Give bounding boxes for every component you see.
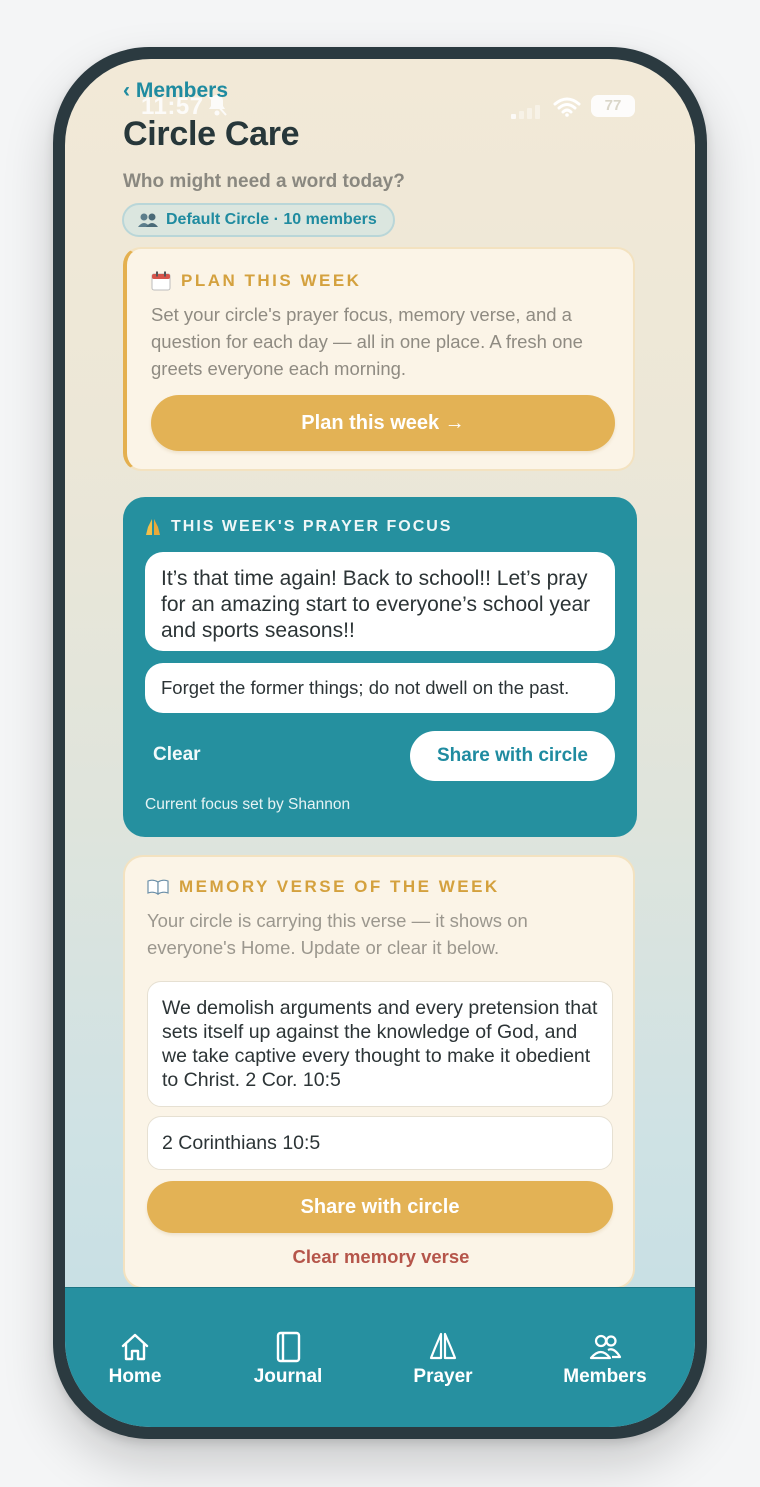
prayer-focus-textarea[interactable]: It’s that time again! Back to school!! L… [145,552,615,651]
tab-prayer-label: Prayer [413,1366,473,1387]
tab-prayer[interactable]: Prayer [403,1288,483,1388]
wifi-icon [553,97,581,117]
plan-week-heading: PLAN THIS WEEK [151,271,361,291]
back-button[interactable]: ‹ Members [123,79,228,103]
praying-hands-tab-icon [429,1332,457,1360]
members-icon [589,1334,622,1360]
journal-icon [276,1331,301,1363]
open-book-icon [147,879,169,895]
memory-verse-description: Your circle is carrying this verse — it … [147,910,528,958]
phone-frame: 11:57 77 ‹ Members Circle Care Who might… [53,47,707,1439]
circle-selector-pill[interactable]: Default Circle · 10 members [122,203,395,237]
prayer-focus-eyebrow-text: THIS WEEK'S PRAYER FOCUS [171,518,453,535]
prayer-focus-heading: THIS WEEK'S PRAYER FOCUS [145,517,452,537]
page-title: Circle Care [123,115,300,153]
memory-verse-card: MEMORY VERSE OF THE WEEK Your circle is … [123,855,635,1289]
verse-reference-input[interactable]: 2 Corinthians 10:5 [147,1116,613,1170]
plan-week-button[interactable]: Plan this week → [151,395,615,451]
focus-set-by: Current focus set by Shannon [145,796,351,813]
plan-description: Set your circle's prayer focus, memory v… [151,304,583,379]
prayer-focus-verse-input[interactable]: Forget the former things; do not dwell o… [145,663,615,713]
prayer-focus-card: THIS WEEK'S PRAYER FOCUS It’s that time … [123,497,637,837]
tab-members-label: Members [563,1366,647,1387]
tab-journal[interactable]: Journal [243,1288,333,1388]
tab-bar: Home Journal Prayer Members [65,1287,695,1427]
memory-verse-heading: MEMORY VERSE OF THE WEEK [147,877,500,897]
tab-home-label: Home [108,1366,162,1387]
people-icon [138,213,158,227]
share-focus-button[interactable]: Share with circle [410,731,615,781]
memory-verse-textarea[interactable]: We demolish arguments and every pretensi… [147,981,613,1107]
calendar-icon [151,271,171,291]
app-screen: 11:57 77 ‹ Members Circle Care Who might… [65,59,695,1427]
home-icon [121,1333,149,1361]
memory-verse-eyebrow-text: MEMORY VERSE OF THE WEEK [179,877,500,896]
cellular-signal-icon [511,105,540,119]
praying-hands-icon [146,519,160,535]
tab-journal-label: Journal [253,1366,323,1387]
page-subtitle: Who might need a word today? [123,171,405,192]
circle-pill-label: Default Circle · 10 members [166,211,377,228]
tab-members[interactable]: Members [555,1288,655,1388]
plan-eyebrow-text: PLAN THIS WEEK [181,271,362,290]
share-verse-button[interactable]: Share with circle [147,1181,613,1233]
clear-verse-button[interactable]: Clear memory verse [125,1246,637,1268]
clear-focus-button[interactable]: Clear [153,744,201,766]
back-label: Members [135,79,229,102]
plan-week-card: PLAN THIS WEEK Set your circle's prayer … [123,247,635,471]
battery-icon: 77 [591,95,635,117]
tab-home[interactable]: Home [95,1288,175,1388]
